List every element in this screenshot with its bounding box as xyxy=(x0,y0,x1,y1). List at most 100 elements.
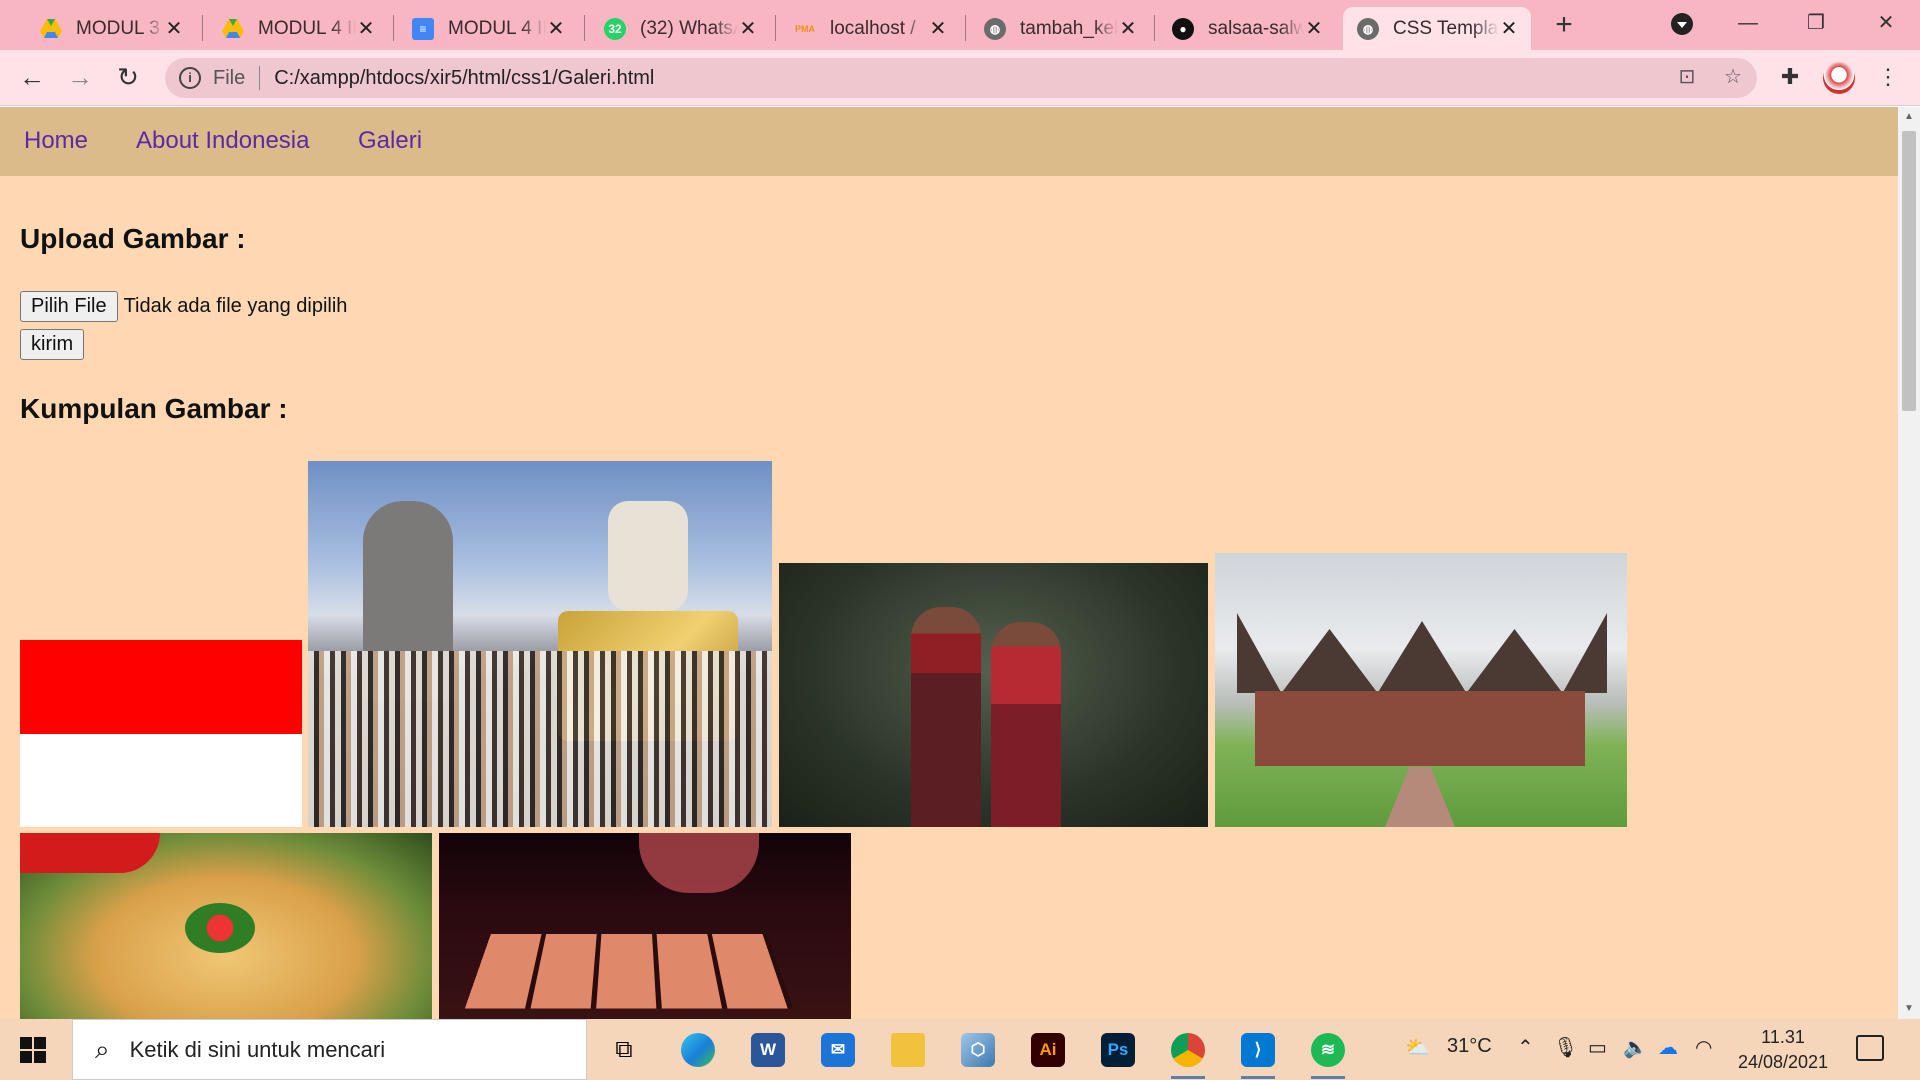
tab-modul3[interactable]: MODUL 3 K ✕ xyxy=(26,7,196,50)
page-viewport: Home About Indonesia Galeri Upload Gamba… xyxy=(0,107,1898,1019)
windows-start-icon[interactable] xyxy=(20,1037,46,1063)
tab-title: MODUL 4 IN xyxy=(448,17,546,39)
close-window-button[interactable]: ✕ xyxy=(1856,8,1916,40)
close-tab-icon[interactable]: ✕ xyxy=(546,16,566,41)
tab-title: salsaa-salw xyxy=(1208,17,1304,39)
github-icon: ● xyxy=(1172,17,1194,40)
windows-taskbar: ⌕ Ketik di sini untuk mencari ⧉ W ✉ ⬡ Ai… xyxy=(0,1019,1920,1080)
tab-whatsapp[interactable]: 32 (32) WhatsA ✕ xyxy=(590,7,770,50)
scroll-up-arrow[interactable]: ▲ xyxy=(1898,107,1920,127)
illustrator-icon[interactable]: Ai xyxy=(1025,1029,1071,1071)
address-prefix: File xyxy=(213,66,246,89)
more-menu-icon[interactable]: ⋮ xyxy=(1872,62,1904,94)
no-file-label: Tidak ada file yang dipilih xyxy=(123,295,348,317)
battery-icon[interactable]: ▭ xyxy=(1588,1035,1607,1060)
close-tab-icon[interactable]: ✕ xyxy=(356,16,376,41)
3d-box-icon[interactable]: ⬡ xyxy=(955,1029,1001,1071)
tab-strip: MODUL 3 K ✕ MODUL 4 IN ✕ ≡ MODUL 4 IN ✕ … xyxy=(0,0,1920,50)
notification-center-icon[interactable] xyxy=(1856,1035,1884,1061)
file-explorer-icon[interactable] xyxy=(885,1029,931,1071)
scroll-down-arrow[interactable]: ▼ xyxy=(1898,999,1920,1019)
tab-title: CSS Templa xyxy=(1393,17,1499,39)
globe-icon: ◍ xyxy=(1357,17,1379,40)
close-tab-icon[interactable]: ✕ xyxy=(738,16,758,41)
tab-title: localhost / xyxy=(830,17,916,39)
tab-search-button[interactable] xyxy=(1652,8,1712,40)
google-drive-icon xyxy=(222,18,244,40)
traditional-couple-image xyxy=(779,563,1208,827)
spotify-icon[interactable]: ≋ xyxy=(1305,1029,1351,1079)
search-placeholder: Ketik di sini untuk mencari xyxy=(129,1036,386,1062)
tab-title: (32) WhatsA xyxy=(640,17,738,39)
back-button[interactable]: ← xyxy=(14,60,50,96)
photoshop-icon[interactable]: Ps xyxy=(1095,1029,1141,1071)
tab-title: MODUL 4 IN xyxy=(258,17,356,39)
phpmyadmin-icon: PMA xyxy=(795,23,815,34)
onedrive-icon[interactable]: ☁ xyxy=(1658,1035,1678,1060)
edge-icon[interactable] xyxy=(675,1029,721,1071)
close-tab-icon[interactable]: ✕ xyxy=(1118,16,1138,41)
reload-button[interactable]: ↻ xyxy=(110,60,146,96)
volume-icon[interactable]: 🔈 xyxy=(1623,1035,1648,1060)
vscode-icon[interactable]: ⟩ xyxy=(1235,1029,1281,1079)
rumah-gadang-image xyxy=(1215,553,1627,827)
task-view-icon[interactable]: ⧉ xyxy=(601,1029,647,1071)
nav-link-about[interactable]: About Indonesia xyxy=(136,127,309,155)
google-docs-icon: ≡ xyxy=(412,17,434,40)
taskbar-search[interactable]: ⌕ Ketik di sini untuk mencari xyxy=(72,1019,587,1080)
whatsapp-icon: 32 xyxy=(604,17,626,40)
browser-toolbar: ← → ↻ i File C:/xampp/htdocs/xir5/html/c… xyxy=(0,50,1920,106)
scroll-thumb[interactable] xyxy=(1902,131,1916,411)
nav-link-home[interactable]: Home xyxy=(24,127,88,155)
clock-time: 11.31 xyxy=(1761,1027,1805,1047)
globe-icon: ◍ xyxy=(984,17,1006,40)
indonesia-flag-image xyxy=(20,640,302,827)
site-navigation: Home About Indonesia Galeri xyxy=(0,107,1898,176)
tab-title: MODUL 3 K xyxy=(76,17,164,39)
url-text[interactable]: C:/xampp/htdocs/xir5/html/css1/Galeri.ht… xyxy=(274,67,654,90)
microphone-icon[interactable]: 🎙 xyxy=(1553,1035,1578,1060)
choose-file-button[interactable]: Pilih File xyxy=(20,291,118,322)
tab-github[interactable]: ● salsaa-salw ✕ xyxy=(1158,7,1336,50)
file-input[interactable]: Pilih File Tidak ada file yang dipilih xyxy=(20,291,347,322)
google-drive-icon xyxy=(40,18,62,40)
restore-button[interactable]: ❐ xyxy=(1786,8,1846,40)
minimize-button[interactable]: — xyxy=(1718,8,1778,40)
new-tab-button[interactable]: + xyxy=(1548,10,1580,42)
close-tab-icon[interactable]: ✕ xyxy=(928,16,948,41)
page-scrollbar[interactable]: ▲ ▼ xyxy=(1898,107,1920,1019)
tab-modul4b[interactable]: ≡ MODUL 4 IN ✕ xyxy=(398,7,578,50)
instrument-image xyxy=(439,833,851,1019)
chevron-up-icon[interactable]: ⌃ xyxy=(1517,1035,1534,1060)
search-icon: ⌕ xyxy=(95,1033,110,1064)
profile-avatar[interactable] xyxy=(1823,62,1855,94)
close-tab-icon[interactable]: ✕ xyxy=(164,16,184,41)
submit-button[interactable]: kirim xyxy=(20,329,85,360)
food-image xyxy=(20,833,432,1019)
close-tab-icon[interactable]: ✕ xyxy=(1304,16,1324,41)
close-tab-icon[interactable]: ✕ xyxy=(1499,16,1519,41)
upload-heading: Upload Gambar : xyxy=(20,223,246,254)
system-clock[interactable]: 11.31 24/08/2021 xyxy=(1728,1025,1838,1075)
wifi-icon[interactable]: ◠ xyxy=(1695,1035,1712,1060)
weather-temp[interactable]: 31°C xyxy=(1447,1035,1492,1058)
tab-title: tambah_kel xyxy=(1020,17,1118,39)
tab-css-template[interactable]: ◍ CSS Templa ✕ xyxy=(1343,7,1531,50)
tab-tambah-kel[interactable]: ◍ tambah_kel ✕ xyxy=(970,7,1150,50)
chrome-icon[interactable] xyxy=(1165,1029,1211,1079)
address-bar[interactable]: i File C:/xampp/htdocs/xir5/html/css1/Ga… xyxy=(165,58,1757,98)
bali-ceremony-image xyxy=(308,461,772,827)
extensions-puzzle-icon[interactable]: ✚ xyxy=(1774,62,1806,94)
weather-icon[interactable]: ⛅ xyxy=(1405,1035,1430,1060)
nav-link-galeri[interactable]: Galeri xyxy=(358,127,422,155)
clock-date: 24/08/2021 xyxy=(1737,1052,1829,1072)
tab-modul4a[interactable]: MODUL 4 IN ✕ xyxy=(208,7,388,50)
mail-icon[interactable]: ✉ xyxy=(815,1029,861,1071)
translate-icon[interactable]: ⊡ xyxy=(1675,66,1699,90)
tab-phpmyadmin[interactable]: PMA localhost / ✕ xyxy=(780,7,960,50)
word-icon[interactable]: W xyxy=(745,1029,791,1071)
site-info-icon[interactable]: i xyxy=(179,67,201,89)
bookmark-star-icon[interactable]: ☆ xyxy=(1721,66,1745,90)
gallery-heading: Kumpulan Gambar : xyxy=(20,393,288,424)
forward-button[interactable]: → xyxy=(62,60,98,96)
